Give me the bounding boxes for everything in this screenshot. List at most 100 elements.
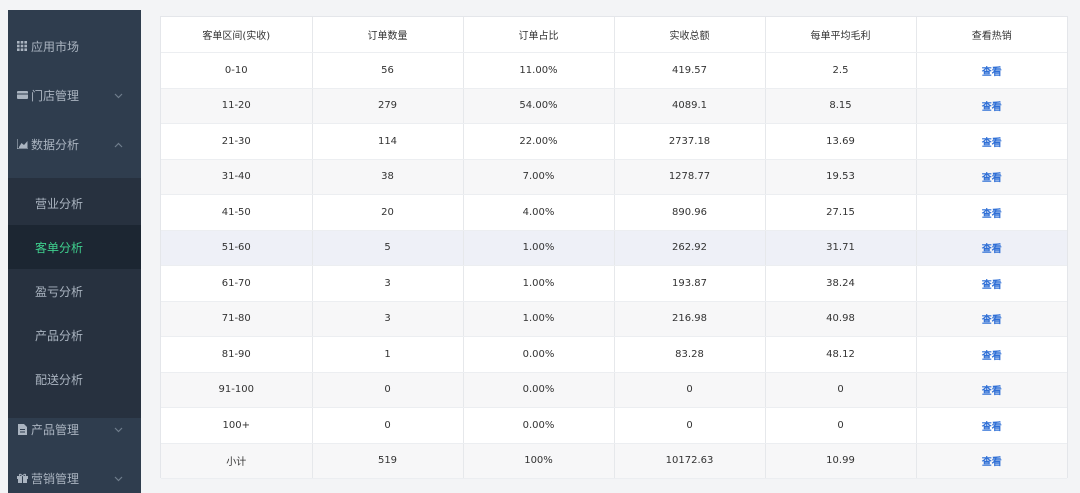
- grid-icon: [16, 40, 28, 52]
- cell-order-count: 0: [312, 372, 464, 408]
- cell-price-range: 0-10: [161, 52, 313, 89]
- cell-avg-gross-profit: 10.99: [765, 443, 917, 479]
- cell-total-revenue: 10172.63: [614, 443, 766, 479]
- chevron-down-icon: [114, 88, 123, 102]
- table-row: 71-80 3 1.00% 216.98 40.98 查看: [161, 301, 1067, 337]
- view-button[interactable]: 查看: [916, 265, 1067, 302]
- menu-product-management[interactable]: 产品管理: [8, 405, 141, 453]
- cell-price-range: 31-40: [161, 159, 313, 195]
- cell-order-share: 0.00%: [463, 407, 615, 444]
- menu-marketing-management[interactable]: 营销管理: [8, 454, 141, 493]
- view-button[interactable]: 查看: [916, 123, 1067, 160]
- column-header-order-share: 订单占比: [463, 17, 615, 53]
- view-button[interactable]: 查看: [916, 301, 1067, 337]
- customer-order-table: 客单区间(实收) 订单数量 订单占比 实收总额 每单平均毛利 查看热销 0-10…: [161, 17, 1067, 479]
- submenu-label: 客单分析: [35, 240, 84, 255]
- chevron-down-icon: [114, 471, 123, 485]
- cell-order-share: 0.00%: [463, 372, 615, 408]
- cell-avg-gross-profit: 19.53: [765, 159, 917, 195]
- submenu-label: 盈亏分析: [35, 284, 84, 299]
- cell-order-share: 0.00%: [463, 336, 615, 373]
- view-button[interactable]: 查看: [916, 52, 1067, 89]
- menu-label: 数据分析: [31, 137, 80, 152]
- submenu-item-business-analysis[interactable]: 营业分析: [8, 181, 141, 225]
- cell-price-range: 11-20: [161, 88, 313, 124]
- menu-label: 应用市场: [31, 39, 80, 54]
- cell-total-revenue: 4089.1: [614, 88, 766, 124]
- cell-total-revenue: 1278.77: [614, 159, 766, 195]
- column-header-total-revenue: 实收总额: [614, 17, 766, 53]
- submenu-item-product-analysis[interactable]: 产品分析: [8, 313, 141, 357]
- cell-avg-gross-profit: 40.98: [765, 301, 917, 337]
- chart-icon: [16, 138, 28, 150]
- menu-label: 营销管理: [31, 471, 80, 486]
- chevron-up-icon: [114, 137, 123, 151]
- column-header-price-range: 客单区间(实收): [161, 17, 313, 53]
- cell-avg-gross-profit: 48.12: [765, 336, 917, 373]
- view-button[interactable]: 查看: [916, 443, 1067, 479]
- submenu-item-customer-order-analysis[interactable]: 客单分析: [8, 225, 141, 269]
- cell-price-range: 41-50: [161, 194, 313, 231]
- cell-order-count: 20: [312, 194, 464, 231]
- table-row: 81-90 1 0.00% 83.28 48.12 查看: [161, 336, 1067, 373]
- cell-price-range: 21-30: [161, 123, 313, 160]
- column-header-order-count: 订单数量: [312, 17, 464, 53]
- cell-avg-gross-profit: 38.24: [765, 265, 917, 302]
- cell-price-range: 小计: [161, 443, 313, 479]
- document-icon: [16, 423, 28, 435]
- cell-avg-gross-profit: 31.71: [765, 230, 917, 266]
- column-header-view-hot-sales: 查看热销: [916, 17, 1067, 53]
- table-row: 91-100 0 0.00% 0 0 查看: [161, 372, 1067, 408]
- view-button[interactable]: 查看: [916, 159, 1067, 195]
- submenu-item-profit-loss-analysis[interactable]: 盈亏分析: [8, 269, 141, 313]
- view-button[interactable]: 查看: [916, 194, 1067, 231]
- cell-order-count: 114: [312, 123, 464, 160]
- cell-order-count: 3: [312, 301, 464, 337]
- submenu-item-delivery-analysis[interactable]: 配送分析: [8, 357, 141, 401]
- view-button[interactable]: 查看: [916, 372, 1067, 408]
- cell-order-count: 3: [312, 265, 464, 302]
- table-row: 61-70 3 1.00% 193.87 38.24 查看: [161, 265, 1067, 302]
- view-button[interactable]: 查看: [916, 407, 1067, 444]
- submenu-label: 产品分析: [35, 328, 84, 343]
- menu-data-analysis[interactable]: 数据分析: [8, 120, 141, 168]
- submenu-label: 配送分析: [35, 372, 84, 387]
- gift-icon: [16, 472, 28, 484]
- column-header-avg-gross-profit: 每单平均毛利: [765, 17, 917, 53]
- cell-order-count: 1: [312, 336, 464, 373]
- view-button[interactable]: 查看: [916, 336, 1067, 373]
- cell-order-share: 100%: [463, 443, 615, 479]
- cell-price-range: 61-70: [161, 265, 313, 302]
- store-icon: [16, 89, 28, 101]
- chevron-down-icon: [114, 422, 123, 436]
- cell-total-revenue: 83.28: [614, 336, 766, 373]
- table-row: 31-40 38 7.00% 1278.77 19.53 查看: [161, 159, 1067, 195]
- cell-total-revenue: 0: [614, 372, 766, 408]
- table-row: 100+ 0 0.00% 0 0 查看: [161, 407, 1067, 444]
- cell-price-range: 91-100: [161, 372, 313, 408]
- view-button[interactable]: 查看: [916, 88, 1067, 124]
- view-button[interactable]: 查看: [916, 230, 1067, 266]
- table-row: 11-20 279 54.00% 4089.1 8.15 查看: [161, 88, 1067, 124]
- cell-total-revenue: 2737.18: [614, 123, 766, 160]
- table-row: 21-30 114 22.00% 2737.18 13.69 查看: [161, 123, 1067, 160]
- cell-order-share: 7.00%: [463, 159, 615, 195]
- table-row: 51-60 5 1.00% 262.92 31.71 查看: [161, 230, 1067, 266]
- cell-price-range: 100+: [161, 407, 313, 444]
- table-row: 41-50 20 4.00% 890.96 27.15 查看: [161, 194, 1067, 231]
- menu-label: 产品管理: [31, 422, 80, 437]
- cell-order-share: 11.00%: [463, 52, 615, 89]
- cell-order-share: 22.00%: [463, 123, 615, 160]
- menu-app-market[interactable]: 应用市场: [8, 22, 141, 70]
- cell-order-share: 1.00%: [463, 301, 615, 337]
- cell-total-revenue: 890.96: [614, 194, 766, 231]
- cell-order-share: 1.00%: [463, 230, 615, 266]
- table-row: 0-10 56 11.00% 419.57 2.5 查看: [161, 52, 1067, 89]
- cell-order-count: 279: [312, 88, 464, 124]
- cell-avg-gross-profit: 0: [765, 407, 917, 444]
- cell-total-revenue: 0: [614, 407, 766, 444]
- cell-order-count: 0: [312, 407, 464, 444]
- menu-store-management[interactable]: 门店管理: [8, 71, 141, 119]
- cell-order-count: 5: [312, 230, 464, 266]
- cell-total-revenue: 216.98: [614, 301, 766, 337]
